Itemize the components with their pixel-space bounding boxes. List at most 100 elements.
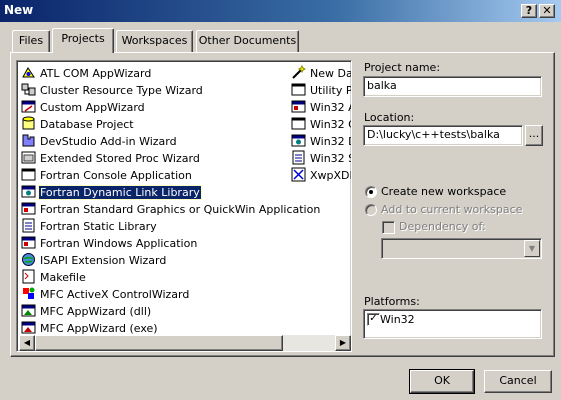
list-item-label: Win32 Co — [310, 118, 351, 131]
dll-icon — [291, 133, 306, 148]
static-lib-icon — [291, 150, 306, 165]
platforms-label: Platforms: — [364, 295, 420, 308]
scrollbar-thumb[interactable] — [35, 335, 283, 351]
scroll-left-icon[interactable]: ◀ — [19, 335, 35, 351]
list-item-label: Custom AppWizard — [40, 101, 145, 114]
scroll-right-icon[interactable]: ▶ — [335, 335, 351, 351]
project-name-label: Project name: — [364, 61, 441, 74]
list-item-label: Fortran Static Library — [40, 220, 157, 233]
static-lib-icon — [21, 218, 36, 233]
list-item-label: Extended Stored Proc Wizard — [40, 152, 200, 165]
dependency-checkbox[interactable] — [382, 221, 395, 234]
tab-files[interactable]: Files — [12, 30, 50, 52]
platforms-list[interactable]: ✓ Win32 — [363, 309, 542, 339]
list-item-label: New Dat — [310, 67, 351, 80]
dependency-label: Dependency of: — [399, 220, 486, 233]
list-item-label: Fortran Standard Graphics or QuickWin Ap… — [40, 203, 321, 216]
create-new-workspace-label: Create new workspace — [381, 185, 507, 198]
atl-com-icon — [21, 65, 36, 80]
browse-button[interactable]: ... — [525, 125, 543, 146]
win32-app-icon — [291, 99, 306, 114]
dll-icon — [21, 184, 36, 199]
list-item[interactable]: Utility Pro — [291, 82, 351, 99]
horizontal-scrollbar[interactable]: ◀ ▶ — [19, 335, 351, 351]
list-item[interactable]: Fortran Standard Graphics or QuickWin Ap… — [21, 201, 320, 218]
list-item-label: Fortran Console Application — [40, 169, 192, 182]
list-item[interactable]: Makefile — [21, 269, 289, 286]
addin-icon — [21, 133, 36, 148]
list-item-label: Cluster Resource Type Wizard — [40, 84, 203, 97]
list-item-label: Fortran Windows Application — [40, 237, 198, 250]
platform-win32-label: Win32 — [380, 313, 415, 326]
list-item[interactable]: XwpXDK — [291, 167, 351, 184]
close-button[interactable]: ✕ — [539, 4, 555, 18]
list-item-label: ATL COM AppWizard — [40, 67, 152, 80]
list-item[interactable]: DevStudio Add-in Wizard — [21, 133, 289, 150]
dependency-select[interactable]: ▼ — [381, 238, 542, 259]
list-item[interactable]: Cluster Resource Type Wizard — [21, 82, 289, 99]
list-item-label: MFC AppWizard (exe) — [40, 322, 158, 335]
project-type-list[interactable]: ATL COM AppWizard Cluster Resource Type W… — [16, 60, 352, 352]
list-item[interactable]: Fortran Dynamic Link Library — [21, 184, 289, 201]
tab-projects[interactable]: Projects — [52, 28, 114, 53]
globe-icon — [21, 252, 36, 267]
list-item[interactable]: MFC ActiveX ControlWizard — [21, 286, 289, 303]
list-item[interactable]: MFC AppWizard (exe) — [21, 320, 289, 335]
list-item[interactable]: Win32 Ap — [291, 99, 351, 116]
list-item-label: Win32 Ap — [310, 101, 351, 114]
wand-icon — [291, 65, 307, 80]
mfc-dll-icon — [21, 303, 36, 318]
add-current-workspace-label: Add to current workspace — [381, 203, 523, 216]
utility-icon — [291, 82, 306, 97]
tab-workspaces[interactable]: Workspaces — [116, 30, 193, 52]
list-item[interactable]: Fortran Static Library — [21, 218, 289, 235]
window-icon — [21, 235, 36, 250]
cancel-button[interactable]: Cancel — [484, 370, 552, 393]
title-bar[interactable] — [0, 0, 561, 22]
list-item[interactable]: Fortran Console Application — [21, 167, 289, 184]
list-item-label: Win32 D — [310, 135, 351, 148]
list-item[interactable]: Win32 St — [291, 150, 351, 167]
console-window-icon — [21, 167, 36, 182]
list-item[interactable]: Win32 D — [291, 133, 351, 150]
project-type-list-viewport: ATL COM AppWizard Cluster Resource Type W… — [19, 63, 351, 335]
stored-proc-icon — [21, 150, 36, 165]
cluster-icon — [21, 82, 36, 97]
list-item-label: Utility Pro — [310, 84, 351, 97]
chevron-down-icon[interactable]: ▼ — [524, 240, 540, 257]
ok-button[interactable]: OK — [409, 369, 475, 394]
create-new-workspace-radio[interactable] — [365, 186, 377, 198]
help-button[interactable]: ? — [521, 4, 537, 18]
tab-other-documents[interactable]: Other Documents — [196, 30, 299, 52]
list-item[interactable]: New Dat — [291, 65, 351, 82]
list-item-label: ISAPI Extension Wizard — [40, 254, 167, 267]
list-item[interactable]: ISAPI Extension Wizard — [21, 252, 289, 269]
list-item[interactable]: Extended Stored Proc Wizard — [21, 150, 289, 167]
list-item-label: XwpXDK — [310, 169, 351, 182]
list-item[interactable]: Custom AppWizard — [21, 99, 289, 116]
mfc-exe-icon — [21, 320, 36, 335]
list-item-label: Makefile — [40, 271, 86, 284]
custom-appwizard-icon — [21, 99, 36, 114]
window-icon — [21, 201, 36, 216]
list-item[interactable]: Win32 Co — [291, 116, 351, 133]
list-item-label: MFC ActiveX ControlWizard — [40, 288, 190, 301]
location-input[interactable]: D:\lucky\c++tests\balka — [363, 125, 523, 146]
list-item-label: Win32 St — [310, 152, 351, 165]
list-item-label: DevStudio Add-in Wizard — [40, 135, 177, 148]
list-item-label: Fortran Dynamic Link Library — [38, 185, 202, 200]
project-name-input[interactable]: balka — [363, 76, 542, 97]
list-item[interactable]: Database Project — [21, 116, 289, 133]
list-item[interactable]: MFC AppWizard (dll) — [21, 303, 289, 320]
list-item-label: Database Project — [40, 118, 134, 131]
makefile-icon — [21, 269, 36, 284]
location-label: Location: — [364, 111, 415, 124]
win32-checkbox[interactable]: ✓ — [367, 313, 380, 326]
console-window-icon — [291, 116, 306, 131]
list-item-label: MFC AppWizard (dll) — [40, 305, 152, 318]
list-item[interactable]: Fortran Windows Application — [21, 235, 289, 252]
database-icon — [21, 116, 36, 131]
activex-icon — [21, 286, 36, 301]
add-current-workspace-radio[interactable] — [365, 204, 377, 216]
list-item[interactable]: ATL COM AppWizard — [21, 65, 289, 82]
